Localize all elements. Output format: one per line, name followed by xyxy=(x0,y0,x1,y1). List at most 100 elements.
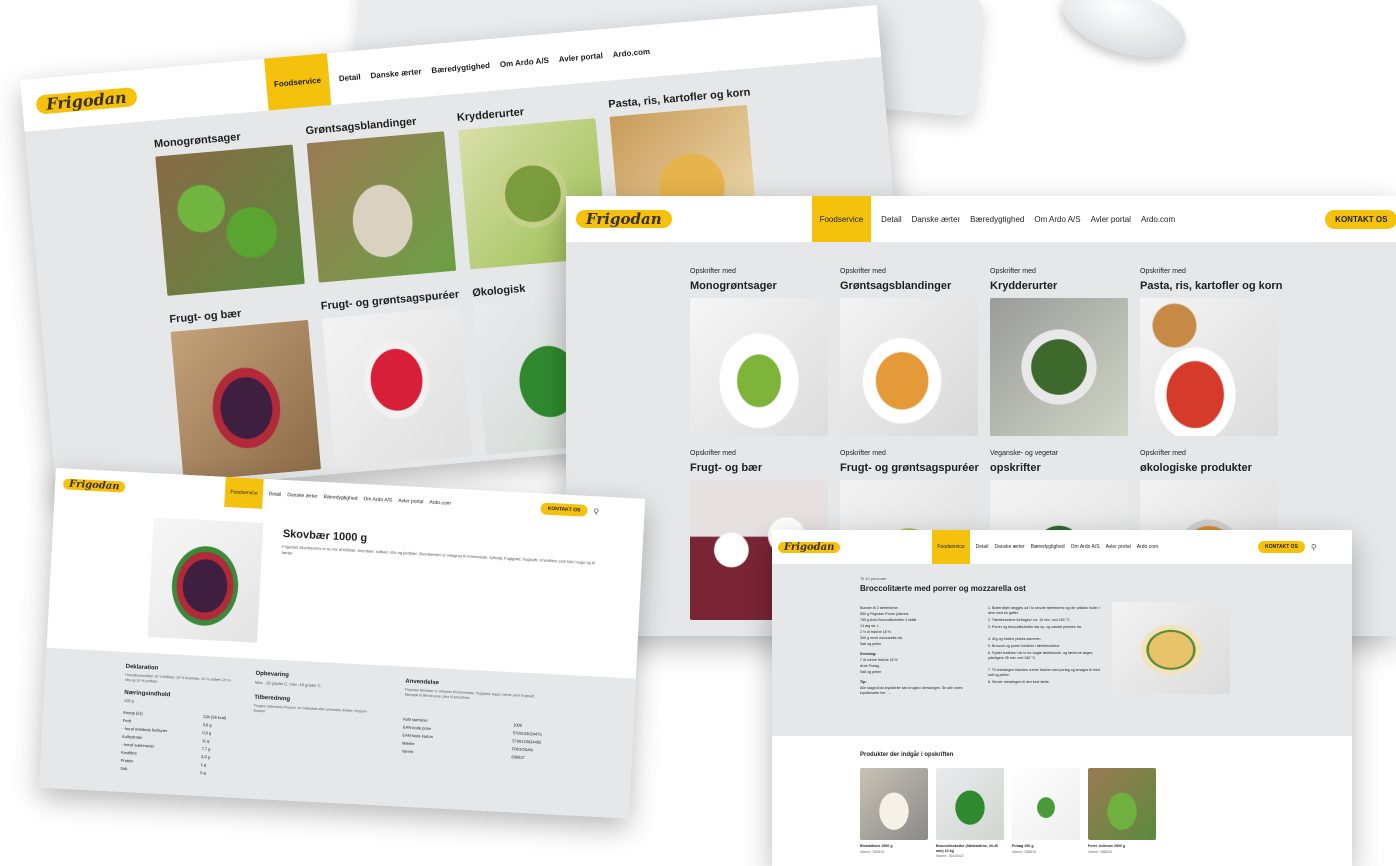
section-heading: Anvendelse xyxy=(405,678,440,687)
item-code-value: 5709123024475 xyxy=(512,730,542,737)
nav-ardo-com[interactable]: Ardo.com xyxy=(1137,544,1158,550)
nav-danske-aerter[interactable]: Danske ærter xyxy=(287,492,318,500)
section-heading: Deklaration xyxy=(125,663,159,672)
recipe-title: opskrifter xyxy=(990,462,1041,474)
frigodan-logo[interactable]: Frigodan xyxy=(576,210,672,228)
category-image-puree[interactable] xyxy=(321,306,473,469)
nutrition-label: Fedt xyxy=(122,717,132,724)
nav-om-ardo[interactable]: Om Ardo A/S xyxy=(363,496,392,504)
product-image-broccoli[interactable] xyxy=(936,768,1004,840)
nav-foodservice[interactable]: Foodservice xyxy=(263,53,332,111)
nav-foodservice[interactable]: Foodservice xyxy=(811,196,872,242)
contact-button[interactable]: KONTAKT OS xyxy=(1325,209,1396,229)
recipe-title: Krydderurter xyxy=(990,280,1058,292)
nav-avler-portal[interactable]: Avler portal xyxy=(1106,544,1131,550)
frigodan-logo[interactable]: Frigodan xyxy=(62,477,126,493)
contact-button[interactable]: KONTAKT OS xyxy=(1258,541,1305,553)
frigodan-logo[interactable]: Frigodan xyxy=(778,541,841,553)
nav-om-ardo[interactable]: Om Ardo A/S xyxy=(1034,215,1080,224)
dressing-line: 7 dl creme fraiche 18 % xyxy=(860,658,898,662)
products-heading: Produkter der indgår i opskriften xyxy=(860,752,954,758)
nutrition-per: 100 g xyxy=(123,697,135,704)
nutrition-label: - heraf sukkerarter xyxy=(121,741,155,749)
category-title: Økologisk xyxy=(471,282,526,300)
recipe-subtitle: Opskrifter med xyxy=(690,450,736,457)
product-name[interactable]: Porre Julienne 2500 g xyxy=(1088,844,1125,848)
category-title: Monogrøntsager xyxy=(153,131,242,151)
declaration-text: Hovedbestanddel: 25 % Blåbær, 25 % bromb… xyxy=(124,672,231,684)
nav-avler-portal[interactable]: Avler portal xyxy=(1091,215,1131,224)
nav-om-ardo[interactable]: Om Ardo A/S xyxy=(499,55,549,68)
nav-ardo-com[interactable]: Ardo.com xyxy=(1141,215,1175,224)
nav-foodservice[interactable]: Foodservice xyxy=(932,530,970,564)
search-icon[interactable]: ⚲ xyxy=(1311,543,1317,552)
nutrition-label: Kostfibre xyxy=(121,749,138,756)
product-name[interactable]: Blomkålsris 2500 g xyxy=(860,844,893,848)
recipe-title: Frugt- og grøntsagspuréer xyxy=(840,462,979,474)
mouse-image xyxy=(1053,0,1195,71)
recipe-image-monogrontsager[interactable] xyxy=(690,298,828,436)
product-image-blomkalsris[interactable] xyxy=(860,768,928,840)
nav-detail[interactable]: Detail xyxy=(338,72,360,83)
product-description: Frigodan Skovbærmix er et mix af blåbær,… xyxy=(281,543,595,566)
nav-detail[interactable]: Detail xyxy=(976,544,989,550)
search-icon[interactable]: ⚲ xyxy=(593,507,599,516)
nutrition-label: Kulhydrater xyxy=(121,733,143,740)
recipe-persons: Til 10 personer xyxy=(860,576,887,581)
ingredient-line: 550 g Frigodan Porrer julienne xyxy=(860,612,909,616)
recipe-subtitle: Opskrifter med xyxy=(1140,268,1186,275)
nav-baeredygtighed[interactable]: Bæredygtighed xyxy=(970,215,1024,224)
product-image xyxy=(147,517,264,643)
category-image-peas[interactable] xyxy=(155,144,305,296)
nav-danske-aerter[interactable]: Danske ærter xyxy=(994,544,1024,550)
nav-ardo-com[interactable]: Ardo.com xyxy=(429,500,451,507)
nav-om-ardo[interactable]: Om Ardo A/S xyxy=(1071,544,1100,550)
product-name[interactable]: Broccolibuketter (håndskårne, 20-40 mm) … xyxy=(936,844,1004,853)
product-code: Varenr.: 839513 xyxy=(860,850,884,854)
recipe-step: 8. Servér dressingen til den lune tærte. xyxy=(988,680,1050,684)
nav-baeredygtighed[interactable]: Bæredygtighed xyxy=(323,494,357,502)
recipe-image-pasta[interactable] xyxy=(1140,298,1278,436)
product-code: Varenr.: 16415422 xyxy=(936,854,964,858)
product-image-porre[interactable] xyxy=(1088,768,1156,840)
ingredient-line: 14 æg str. L xyxy=(860,624,879,628)
item-code-label: Kolli størrelse xyxy=(403,716,428,723)
item-code-label: EAN-kode pose xyxy=(402,724,432,731)
site-header: Frigodan Foodservice Detail Danske ærter… xyxy=(54,468,646,529)
main-nav: Foodservice Detail Danske ærter Bæredygt… xyxy=(932,530,1158,564)
nav-danske-aerter[interactable]: Danske ærter xyxy=(370,66,422,79)
nav-danske-aerter[interactable]: Danske ærter xyxy=(912,215,960,224)
product-name[interactable]: Purløg 250 g xyxy=(1012,844,1034,848)
nav-avler-portal[interactable]: Avler portal xyxy=(398,498,423,505)
recipe-title: Pasta, ris, kartofler og korn xyxy=(1140,280,1283,292)
product-image-purlog[interactable] xyxy=(1012,768,1080,840)
nav-avler-portal[interactable]: Avler portal xyxy=(558,51,603,64)
products-panel: Produkter der indgår i opskriften Blomkå… xyxy=(772,736,1352,866)
recipe-title: Frugt- og bær xyxy=(690,462,763,474)
nav-baeredygtighed[interactable]: Bæredygtighed xyxy=(1031,544,1065,550)
recipe-step: 6. Fyldet fordeles i de to for-bagte tær… xyxy=(988,651,1093,660)
nav-foodservice[interactable]: Foodservice xyxy=(224,476,264,509)
recipe-step: 4. Æg og fraiche piskes sammen. xyxy=(988,637,1042,641)
category-image-berries[interactable] xyxy=(170,319,322,482)
recipe-image-grontsagsblandinger[interactable] xyxy=(840,298,978,436)
recipe-subtitle: Opskrifter med xyxy=(840,268,886,275)
nutrition-label: Energi (kJ) xyxy=(123,709,143,716)
screen-recipe-detail: Frigodan Foodservice Detail Danske ærter… xyxy=(772,530,1352,866)
item-code-value: 5709123024482 xyxy=(512,738,542,745)
main-nav: Foodservice Detail Danske ærter Bæredygt… xyxy=(224,476,452,519)
nav-detail[interactable]: Detail xyxy=(881,215,901,224)
product-title: Skovbær 1000 g xyxy=(282,527,368,545)
nav-ardo-com[interactable]: Ardo.com xyxy=(612,47,650,59)
item-code-label: Mærke xyxy=(401,740,415,747)
contact-button[interactable]: KONTAKT OS xyxy=(540,502,588,517)
nutrition-value: 0,0 g xyxy=(202,730,212,736)
recipe-title: økologiske produkter xyxy=(1140,462,1252,474)
category-image-vegetable-mix[interactable] xyxy=(306,131,457,283)
frigodan-logo[interactable]: Frigodan xyxy=(35,86,138,115)
nav-baeredygtighed[interactable]: Bæredygtighed xyxy=(431,61,490,75)
nav-detail[interactable]: Detail xyxy=(268,491,281,498)
storage-text: Max. -18 grader C, max -18 grader C. xyxy=(254,679,322,689)
nutrition-label: - heraf mættede fedtsyrer xyxy=(122,725,168,734)
recipe-image-krydderurter[interactable] xyxy=(990,298,1128,436)
